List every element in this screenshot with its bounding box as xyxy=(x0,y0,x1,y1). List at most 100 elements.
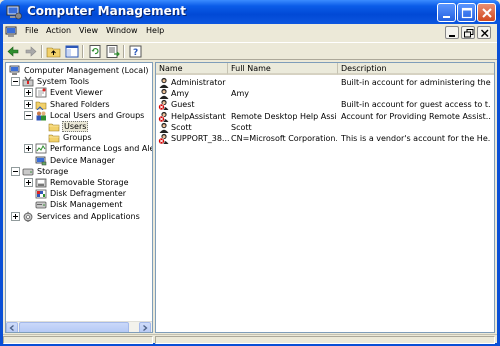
computer-management-icon xyxy=(6,5,22,20)
list-item[interactable]: Amy Amy xyxy=(156,88,494,100)
back-button[interactable] xyxy=(5,44,21,59)
defrag-icon xyxy=(35,189,47,199)
disabled-user-icon xyxy=(158,111,169,122)
scroll-right-button[interactable] xyxy=(139,322,151,332)
folder-icon xyxy=(48,123,60,132)
chevron-right-icon xyxy=(143,325,148,331)
document-window-icon[interactable] xyxy=(5,25,19,39)
computer-icon xyxy=(9,65,20,75)
minimize-icon xyxy=(443,16,450,18)
console-tree-icon xyxy=(65,45,79,58)
menu-file[interactable]: File xyxy=(25,26,38,35)
forward-arrow-icon xyxy=(25,46,37,57)
menu-view[interactable]: View xyxy=(79,26,98,35)
menu-window[interactable]: Window xyxy=(106,26,138,35)
cell-name: HelpAssistant xyxy=(171,111,226,121)
status-cell xyxy=(155,336,495,344)
toolbar-separator xyxy=(123,45,125,58)
minimize-button[interactable] xyxy=(437,3,456,22)
tree-item-label: Performance Logs and Alerts xyxy=(50,144,152,154)
refresh-button[interactable] xyxy=(87,44,103,59)
users-list-view[interactable]: Name Full Name Description Administrator… xyxy=(155,62,495,333)
tree-item-label: Disk Defragmenter xyxy=(50,189,127,199)
performance-icon xyxy=(35,143,47,154)
toolbar: ? xyxy=(3,42,497,60)
title-bar[interactable]: Computer Management xyxy=(0,0,500,24)
cell-description: Built-in account for administering the..… xyxy=(341,78,491,87)
column-header-name[interactable]: Name xyxy=(156,63,228,75)
window-title: Computer Management xyxy=(27,4,186,18)
cell-full-name xyxy=(231,99,337,110)
up-one-level-button[interactable] xyxy=(46,44,62,59)
list-item[interactable]: Scott Scott xyxy=(156,122,494,133)
storage-icon xyxy=(22,168,34,176)
folder-icon xyxy=(48,134,60,143)
cell-full-name: Amy xyxy=(231,89,249,99)
tree-item-label: Computer Management (Local) xyxy=(24,66,149,75)
refresh-icon xyxy=(89,45,101,58)
cell-name: Scott xyxy=(171,122,192,132)
cell-description xyxy=(341,88,491,99)
column-header-full-name[interactable]: Full Name xyxy=(228,63,338,75)
cell-description: This is a vendor's account for the He... xyxy=(341,134,491,143)
menu-action[interactable]: Action xyxy=(46,26,71,35)
menu-bar: File Action View Window Help xyxy=(3,24,497,41)
console-tree[interactable]: Computer Management (Local) System Tools E… xyxy=(5,62,153,333)
tree-item-label: Storage xyxy=(37,166,69,176)
cell-full-name xyxy=(231,77,337,88)
tree-item-label: Local Users and Groups xyxy=(50,110,145,120)
svg-text:?: ? xyxy=(133,48,138,58)
cell-full-name: CN=Microsoft Corporation... xyxy=(231,134,337,143)
up-folder-icon xyxy=(46,47,61,58)
expand-icon[interactable] xyxy=(24,88,33,98)
tree-item-label: System Tools xyxy=(37,77,90,87)
cell-description xyxy=(341,122,491,133)
expand-icon[interactable] xyxy=(24,178,33,187)
expand-icon[interactable] xyxy=(11,211,20,221)
minimize-icon xyxy=(449,35,455,37)
disabled-user-icon xyxy=(158,100,169,111)
user-icon xyxy=(159,122,169,133)
cell-description: Account for Providing Remote Assist... xyxy=(341,111,491,121)
collapse-icon[interactable] xyxy=(11,166,20,176)
cell-full-name: Scott xyxy=(231,122,252,132)
cell-name: Amy xyxy=(171,89,189,99)
help-button[interactable]: ? xyxy=(128,44,144,59)
tree-item-label: Removable Storage xyxy=(50,178,129,187)
services-icon xyxy=(23,211,33,222)
list-item[interactable]: Guest Built-in account for guest access t… xyxy=(156,99,494,111)
scroll-left-button[interactable] xyxy=(6,322,18,332)
collapse-icon[interactable] xyxy=(24,110,33,120)
disk-icon xyxy=(35,201,47,209)
tree-item-label: Event Viewer xyxy=(50,88,103,98)
show-hide-console-tree-button[interactable] xyxy=(64,44,80,59)
list-item[interactable]: Administrator Built-in account for admini… xyxy=(156,77,494,88)
child-restore-button[interactable] xyxy=(461,26,475,39)
export-list-icon xyxy=(106,45,120,58)
disabled-user-icon xyxy=(158,133,169,144)
menu-help[interactable]: Help xyxy=(146,26,164,35)
maximize-button[interactable] xyxy=(457,3,476,22)
expand-icon[interactable] xyxy=(24,99,33,109)
export-list-button[interactable] xyxy=(105,44,121,59)
user-icon xyxy=(159,77,169,88)
collapse-icon[interactable] xyxy=(11,77,20,87)
column-header-description[interactable]: Description xyxy=(338,63,494,75)
child-close-button[interactable] xyxy=(477,26,491,39)
tree-item-label: Groups xyxy=(63,133,92,143)
forward-button[interactable] xyxy=(23,44,39,59)
scroll-thumb[interactable] xyxy=(19,322,129,332)
maximize-icon xyxy=(461,7,473,19)
cell-name: SUPPORT_38... xyxy=(171,134,229,143)
help-icon: ? xyxy=(129,45,142,58)
restore-icon xyxy=(464,29,474,38)
cell-name: Guest xyxy=(171,100,195,110)
tools-icon xyxy=(22,76,34,87)
list-item[interactable]: HelpAssistant Remote Desktop Help Assi...… xyxy=(156,111,494,122)
list-item[interactable]: SUPPORT_38... CN=Microsoft Corporation...… xyxy=(156,133,494,144)
child-minimize-button[interactable] xyxy=(445,26,459,39)
close-button[interactable] xyxy=(477,3,496,22)
tree-horizontal-scrollbar[interactable] xyxy=(6,321,152,332)
tree-item-label: Services and Applications xyxy=(37,211,140,221)
expand-icon[interactable] xyxy=(24,144,33,154)
